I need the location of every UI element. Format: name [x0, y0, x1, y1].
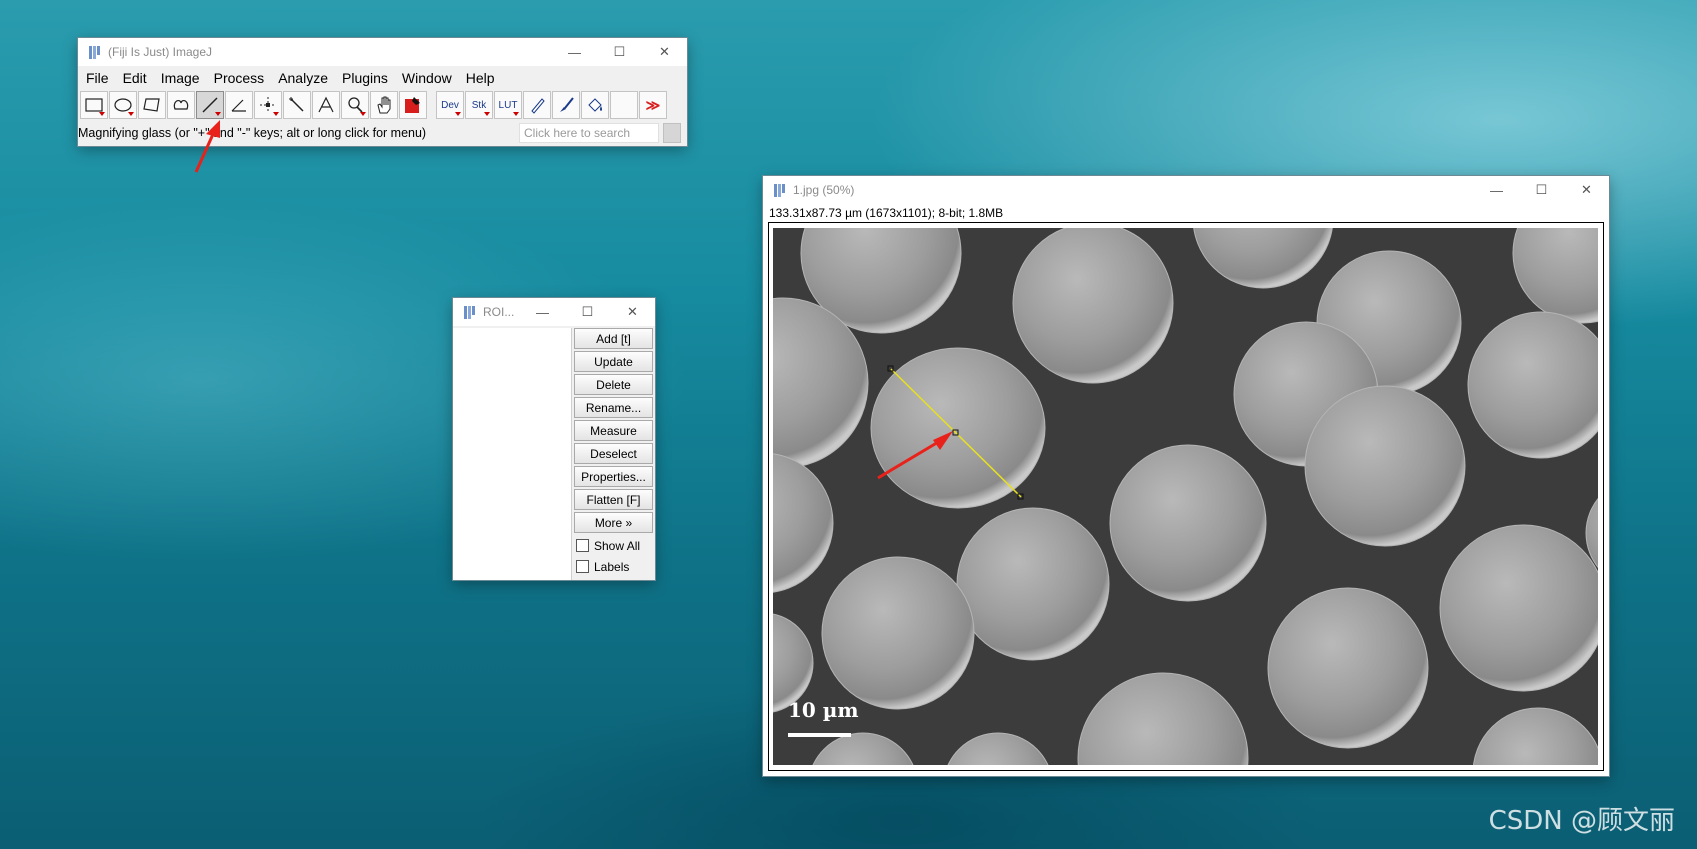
hand-tool-icon[interactable]	[370, 91, 398, 119]
roi-rename-button[interactable]: Rename...	[574, 397, 653, 418]
flood-fill-icon[interactable]	[581, 91, 609, 119]
point-tool-icon[interactable]	[254, 91, 282, 119]
menu-edit[interactable]: Edit	[123, 70, 147, 86]
menu-plugins[interactable]: Plugins	[342, 70, 388, 86]
search-input[interactable]: Click here to search	[519, 123, 659, 143]
roi-manager-window: ROI... — ☐ ✕ Add [t] Update Delete Renam…	[453, 298, 655, 580]
roi-titlebar[interactable]: ROI... — ☐ ✕	[453, 298, 655, 326]
freehand-tool-icon[interactable]	[167, 91, 195, 119]
roi-list[interactable]	[453, 328, 572, 580]
wand-tool-icon[interactable]	[283, 91, 311, 119]
scalebar	[788, 733, 851, 737]
imagej-main-window: (Fiji Is Just) ImageJ — ☐ ✕ File Edit Im…	[78, 38, 687, 146]
line-tool-icon[interactable]	[196, 91, 224, 119]
roi-properties-button[interactable]: Properties...	[574, 466, 653, 487]
maximize-icon[interactable]: ☐	[597, 38, 642, 66]
fiji-logo-icon	[773, 183, 787, 197]
labels-checkbox[interactable]: Labels	[574, 556, 653, 577]
image-title: 1.jpg (50%)	[793, 183, 855, 197]
minimize-icon[interactable]: —	[552, 38, 597, 66]
close-icon[interactable]: ✕	[610, 298, 655, 326]
stk-menu-button[interactable]: Stk	[465, 91, 493, 119]
roi-update-button[interactable]: Update	[574, 351, 653, 372]
dev-menu-button[interactable]: Dev	[436, 91, 464, 119]
imagej-title: (Fiji Is Just) ImageJ	[108, 45, 213, 59]
brush-tool-icon[interactable]	[552, 91, 580, 119]
toolbar: Dev Stk LUT ≫	[78, 90, 687, 120]
roi-add-button[interactable]: Add [t]	[574, 328, 653, 349]
pencil-tool-icon[interactable]	[523, 91, 551, 119]
image-window: 1.jpg (50%) — ☐ ✕ 133.31x87.73 µm (1673x…	[763, 176, 1609, 776]
menu-process[interactable]: Process	[214, 70, 265, 86]
menu-analyze[interactable]: Analyze	[278, 70, 328, 86]
maximize-icon[interactable]: ☐	[565, 298, 610, 326]
sem-image-canvas[interactable]: 10 µm	[773, 228, 1598, 765]
roi-measure-button[interactable]: Measure	[574, 420, 653, 441]
search-button[interactable]	[663, 123, 681, 143]
maximize-icon[interactable]: ☐	[1519, 176, 1564, 204]
checkbox-icon	[576, 539, 589, 552]
roi-title: ROI...	[483, 305, 515, 319]
menu-file[interactable]: File	[86, 70, 109, 86]
menu-help[interactable]: Help	[466, 70, 495, 86]
roi-deselect-button[interactable]: Deselect	[574, 443, 653, 464]
close-icon[interactable]: ✕	[642, 38, 687, 66]
text-tool-icon[interactable]	[312, 91, 340, 119]
color-picker-icon[interactable]	[399, 91, 427, 119]
show-all-checkbox[interactable]: Show All	[574, 535, 653, 556]
close-icon[interactable]: ✕	[1564, 176, 1609, 204]
checkbox-icon	[576, 560, 589, 573]
roi-delete-button[interactable]: Delete	[574, 374, 653, 395]
lut-menu-button[interactable]: LUT	[494, 91, 522, 119]
annotation-arrow-icon	[194, 120, 220, 173]
rectangle-tool-icon[interactable]	[80, 91, 108, 119]
fiji-logo-icon	[88, 45, 102, 59]
menu-image[interactable]: Image	[161, 70, 200, 86]
status-text: Magnifying glass (or "+" and "-" keys; a…	[78, 126, 427, 140]
minimize-icon[interactable]: —	[1474, 176, 1519, 204]
oval-tool-icon[interactable]	[109, 91, 137, 119]
magnifier-tool-icon[interactable]	[341, 91, 369, 119]
fiji-logo-icon	[463, 305, 477, 319]
roi-flatten-button[interactable]: Flatten [F]	[574, 489, 653, 510]
minimize-icon[interactable]: —	[520, 298, 565, 326]
empty-tool-slot	[610, 91, 638, 119]
scalebar-label: 10 µm	[788, 698, 859, 722]
menu-window[interactable]: Window	[402, 70, 452, 86]
status-row: Magnifying glass (or "+" and "-" keys; a…	[78, 120, 687, 146]
watermark: CSDN @顾文丽	[1488, 806, 1675, 836]
menubar: File Edit Image Process Analyze Plugins …	[78, 66, 687, 90]
image-titlebar[interactable]: 1.jpg (50%) — ☐ ✕	[763, 176, 1609, 204]
image-info: 133.31x87.73 µm (1673x1101); 8-bit; 1.8M…	[769, 206, 1004, 220]
imagej-titlebar[interactable]: (Fiji Is Just) ImageJ — ☐ ✕	[78, 38, 687, 66]
more-tools-button[interactable]: ≫	[639, 91, 667, 119]
polygon-tool-icon[interactable]	[138, 91, 166, 119]
angle-tool-icon[interactable]	[225, 91, 253, 119]
roi-more-button[interactable]: More »	[574, 512, 653, 533]
